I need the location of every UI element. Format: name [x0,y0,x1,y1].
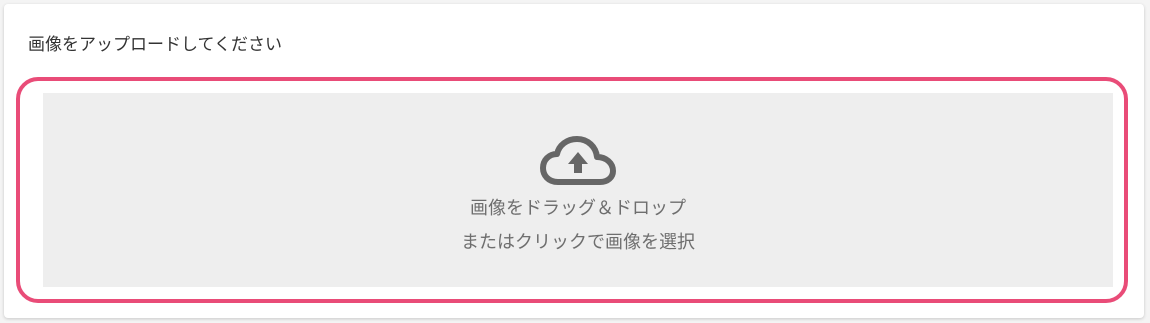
card-title: 画像をアップロードしてください [28,35,282,55]
image-dropzone[interactable]: 画像をドラッグ＆ドロップ またはクリックで画像を選択 [43,93,1113,287]
dropzone-highlight-frame: 画像をドラッグ＆ドロップ またはクリックで画像を選択 [16,77,1128,303]
dropzone-drag-text: 画像をドラッグ＆ドロップ [470,198,686,219]
upload-card: 画像をアップロードしてください 画像をドラッグ＆ドロップ またはクリックで画像を… [4,4,1144,318]
dropzone-click-text: またはクリックで画像を選択 [461,232,695,253]
cloud-upload-icon [540,136,616,185]
